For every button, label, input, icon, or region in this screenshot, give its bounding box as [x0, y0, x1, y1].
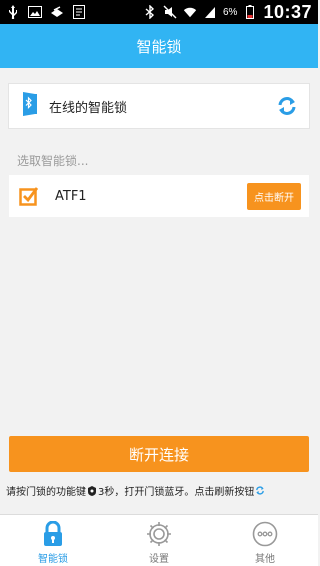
function-key-icon: [87, 485, 97, 496]
bottom-tab-bar: 智能锁 设置 其他: [0, 514, 318, 566]
bluetooth-icon: [143, 5, 157, 19]
status-time: 10:37: [263, 1, 312, 22]
select-lock-label: 选取智能锁...: [17, 154, 89, 168]
stack-icon: [50, 5, 64, 19]
tab-label: 设置: [149, 554, 169, 565]
device-checkbox[interactable]: [19, 186, 39, 206]
refresh-small-icon: [255, 486, 265, 496]
battery-percent: 6%: [223, 6, 238, 18]
tab-label: 其他: [255, 554, 275, 565]
bluetooth-door-icon: [21, 91, 39, 121]
mute-icon: [163, 5, 177, 19]
tab-settings[interactable]: 设置: [106, 515, 212, 566]
tab-smart-lock[interactable]: 智能锁: [0, 515, 106, 566]
refresh-icon[interactable]: [275, 94, 299, 118]
signal-icon: [203, 5, 217, 19]
hint-text-part1: 请按门锁的功能键: [6, 487, 86, 498]
usb-icon: [6, 5, 20, 19]
status-right-icons: 6% 10:37: [143, 2, 312, 23]
battery-icon: [243, 5, 257, 19]
disconnect-device-button[interactable]: 点击断开: [247, 182, 301, 210]
wifi-icon: [183, 5, 197, 19]
instruction-hint: 请按门锁的功能键 3秒，打开门锁蓝牙。点击刷新按钮: [6, 483, 316, 498]
page-title: 智能锁: [136, 37, 182, 56]
status-bar: 6% 10:37: [0, 0, 318, 24]
online-lock-card: 在线的智能锁: [9, 84, 309, 128]
tab-other[interactable]: 其他: [212, 515, 318, 566]
device-name: ATF1: [55, 188, 87, 204]
settings-gear-icon: [146, 520, 172, 548]
image-icon: [28, 5, 42, 19]
hint-text-part2: 3秒，打开门锁蓝牙。点击刷新按钮: [98, 487, 255, 498]
status-left-icons: [6, 5, 86, 19]
document-icon: [72, 5, 86, 19]
online-lock-label: 在线的智能锁: [49, 100, 128, 116]
disconnect-button[interactable]: 断开连接: [9, 436, 309, 472]
tab-label: 智能锁: [38, 554, 68, 565]
app-bar: 智能锁: [0, 24, 318, 68]
lock-icon: [40, 520, 66, 548]
more-icon: [252, 520, 278, 548]
list-item: ATF1 点击断开: [9, 175, 309, 217]
